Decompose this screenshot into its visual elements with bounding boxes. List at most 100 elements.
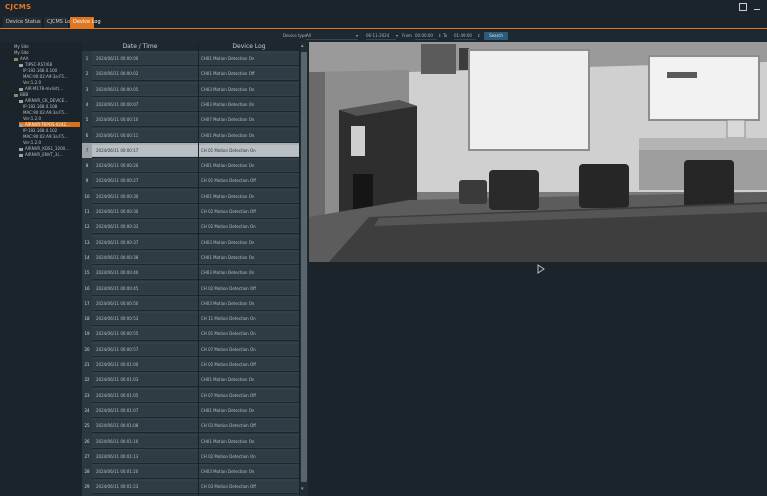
- play-icon[interactable]: [537, 264, 545, 274]
- tree-node-label: TIPSC-RS7/68: [25, 62, 53, 67]
- row-number: 26: [82, 433, 92, 449]
- tree-node[interactable]: AIRNVR_KDS1_3200...: [19, 146, 80, 151]
- tree-node[interactable]: IP:192.168.0.108: [23, 104, 80, 109]
- tab-cjcms-log[interactable]: CJCMS Log: [44, 17, 73, 28]
- tree-node[interactable]: BBB: [14, 92, 80, 97]
- table-row[interactable]: 19 2024/06/11 00:00:55 CH 01 Motion Detect…: [82, 326, 300, 342]
- row-number: 19: [82, 326, 92, 342]
- table-row[interactable]: 28 2024/06/11 00:01:20 CH03 Motion Detecti…: [82, 464, 300, 480]
- video-view[interactable]: [309, 42, 767, 262]
- tree-node[interactable]: AIRNVR-TRPOS-0242...: [19, 122, 80, 127]
- table-row[interactable]: 17 2024/06/11 00:00:50 CH03 Motion Detecti…: [82, 295, 300, 311]
- table-row[interactable]: 11 2024/06/11 00:00:30 CH 02 Motion Detect…: [82, 204, 300, 219]
- row-device-log: CH 07 Motion Detection Off: [198, 389, 299, 401]
- table-row[interactable]: 29 2024/06/11 00:01:23 CH 03 Motion Detect…: [82, 479, 300, 495]
- table-row[interactable]: 22 2024/06/11 00:01:03 CH01 Motion Detecti…: [82, 372, 300, 388]
- table-row[interactable]: 18 2024/06/11 00:00:53 CH 11 Motion Detect…: [82, 311, 300, 327]
- chevron-down-icon[interactable]: ▾: [356, 32, 358, 40]
- scrollbar-thumb[interactable]: [301, 52, 307, 482]
- table-row[interactable]: 10 2024/06/11 00:00:30 CH01 Motion Detecti…: [82, 188, 300, 204]
- row-device-log: CH 02 Motion Detection Off: [198, 359, 299, 370]
- minimize-icon[interactable]: [752, 2, 762, 12]
- tree-node-label: AIR-M178-mvlist(...: [25, 86, 64, 91]
- from-date-field[interactable]: 06-11-2024: [366, 32, 396, 40]
- table-row[interactable]: 2 2024/06/11 00:00:02 CH01 Motion Detectio…: [82, 66, 300, 82]
- player-controls: [309, 262, 767, 496]
- row-date-time: 2024/06/11 00:00:17: [92, 144, 198, 156]
- row-number: 22: [82, 372, 92, 388]
- row-number: 29: [82, 479, 92, 495]
- row-device-log: CH03 Motion Detection On: [198, 83, 299, 95]
- tree-node[interactable]: MAC:90:02:A9:3a:F5...: [23, 110, 80, 115]
- table-row[interactable]: 26 2024/06/11 00:01:10 CH01 Motion Detecti…: [82, 433, 300, 449]
- table-row[interactable]: 4 2024/06/11 00:00:07 CH03 Motion Detectio…: [82, 96, 300, 112]
- table-row[interactable]: 7 2024/06/11 00:00:17 CH 01 Motion Detecti…: [82, 142, 300, 158]
- spinner-icon[interactable]: ⇕: [477, 32, 480, 40]
- row-device-log: CH 02 Motion Detection On: [198, 450, 299, 462]
- table-row[interactable]: 20 2024/06/11 00:00:57 CH 07 Motion Detect…: [82, 341, 300, 357]
- tree-node-label: IP:192.168.0.100: [23, 68, 58, 73]
- tree-node[interactable]: TIPSC-RS7/68: [19, 62, 80, 67]
- column-divider: [198, 42, 199, 496]
- table-row[interactable]: 1 2024/06/11 00:00:00 CH01 Motion Detectio…: [82, 51, 300, 66]
- vertical-scrollbar[interactable]: ▴ ▾: [300, 42, 308, 496]
- from-time-field[interactable]: 00:00:00: [415, 32, 437, 40]
- table-row[interactable]: 12 2024/06/11 00:00:33 CH 02 Motion Detect…: [82, 219, 300, 235]
- row-date-time: 2024/06/11 00:00:30: [92, 190, 198, 202]
- tree-node-label: MAC:90:02:A9:3a:F5...: [23, 74, 68, 79]
- table-row[interactable]: 6 2024/06/11 00:00:11 CH01 Motion Detectio…: [82, 127, 300, 143]
- tab-underline: [0, 28, 767, 29]
- row-date-time: 2024/06/11 00:01:07: [92, 404, 198, 416]
- table-row[interactable]: 8 2024/06/11 00:00:20 CH01 Motion Detectio…: [82, 158, 300, 174]
- table-row[interactable]: 24 2024/06/11 00:01:07 CH01 Motion Detecti…: [82, 402, 300, 418]
- tree-node[interactable]: IP:192.168.0.100: [23, 68, 80, 73]
- device-icon: [19, 63, 23, 67]
- table-row[interactable]: 5 2024/06/11 00:00:10 CH07 Motion Detectio…: [82, 112, 300, 128]
- table-row[interactable]: 3 2024/06/11 00:00:05 CH03 Motion Detectio…: [82, 81, 300, 97]
- tree-node-label: AIRNVR_CK_DEVICE...: [25, 98, 69, 103]
- row-device-log: CH03 Motion Detection On: [198, 98, 299, 110]
- table-row[interactable]: 9 2024/06/11 00:00:27 CH 01 Motion Detecti…: [82, 173, 300, 189]
- to-time-field[interactable]: 01:49:00: [454, 32, 476, 40]
- row-number: 7: [82, 142, 92, 158]
- tree-node[interactable]: MAC:90:02:A9:3a:F5...: [23, 74, 80, 79]
- row-date-time: 2024/06/11 00:01:00: [92, 359, 198, 370]
- table-row[interactable]: 16 2024/06/11 00:00:45 CH 02 Motion Detect…: [82, 280, 300, 296]
- tab-device-status[interactable]: Device Status: [3, 17, 43, 28]
- table-row[interactable]: 27 2024/06/11 00:01:13 CH 02 Motion Detect…: [82, 448, 300, 464]
- search-button[interactable]: Search: [484, 32, 508, 40]
- device-type-select[interactable]: All: [306, 32, 358, 40]
- tree-node[interactable]: My Site: [14, 50, 80, 55]
- table-row[interactable]: 14 2024/06/11 00:00:38 CH01 Motion Detecti…: [82, 249, 300, 265]
- tree-node[interactable]: Ver:1.2.0: [23, 80, 80, 85]
- table-row[interactable]: 13 2024/06/11 00:00:37 CH03 Motion Detecti…: [82, 234, 300, 250]
- column-header-date-time[interactable]: Date / Time: [82, 42, 198, 51]
- tree-node[interactable]: IP:192.168.0.102: [23, 128, 80, 133]
- from-label: From: [402, 33, 412, 38]
- scroll-up-icon[interactable]: ▴: [301, 43, 304, 49]
- table-row[interactable]: 25 2024/06/11 00:01:08 CH 03 Motion Detect…: [82, 418, 300, 434]
- tab-device-log[interactable]: Device Log: [70, 17, 101, 28]
- tree-node[interactable]: Ver:1.2.0: [23, 140, 80, 145]
- column-header-device-log[interactable]: Device Log: [198, 42, 300, 51]
- row-number: 25: [82, 418, 92, 434]
- restore-icon[interactable]: [737, 2, 747, 12]
- row-date-time: 2024/06/11 00:00:55: [92, 328, 198, 340]
- tree-node[interactable]: AIR-M178-mvlist(...: [19, 86, 80, 91]
- spinner-icon[interactable]: ⇕: [438, 32, 441, 40]
- table-row[interactable]: 21 2024/06/11 00:01:00 CH 02 Motion Detect…: [82, 357, 300, 372]
- tree-node[interactable]: AIRNVR_CK_DEVICE...: [19, 98, 80, 103]
- tree-node[interactable]: AAA: [14, 56, 80, 61]
- row-date-time: 2024/06/11 00:00:45: [92, 282, 198, 294]
- tree-node[interactable]: Ver:1.2.0: [23, 116, 80, 121]
- row-device-log: CH01 Motion Detection On: [198, 129, 299, 141]
- chevron-down-icon[interactable]: ▾: [396, 32, 398, 40]
- scroll-down-icon[interactable]: ▾: [301, 486, 304, 492]
- table-row[interactable]: 15 2024/06/11 00:00:40 CH03 Motion Detecti…: [82, 265, 300, 281]
- table-row[interactable]: 23 2024/06/11 00:01:05 CH 07 Motion Detect…: [82, 387, 300, 403]
- row-number: 13: [82, 234, 92, 250]
- tree-node[interactable]: AIRNVR_ENVT_3(...: [19, 152, 80, 157]
- row-device-log: CH01 Motion Detection On: [198, 53, 299, 64]
- tree-node[interactable]: MAC:90:02:A9:3a:F5...: [23, 134, 80, 139]
- tree-node[interactable]: My Site: [14, 44, 80, 49]
